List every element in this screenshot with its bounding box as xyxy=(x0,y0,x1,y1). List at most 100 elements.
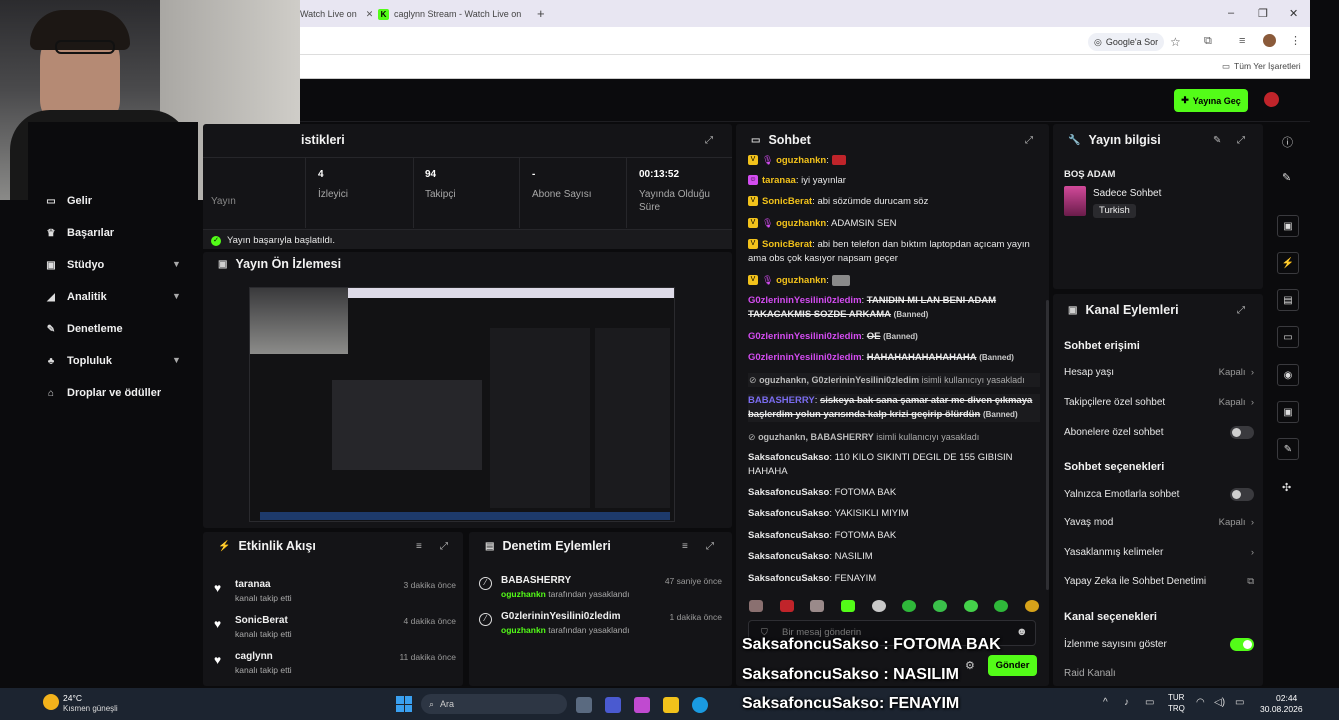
stream-tag[interactable]: Turkish xyxy=(1093,204,1136,218)
browser-tab-active[interactable]: K caglynn Stream - Watch Live on ✕ xyxy=(378,4,526,24)
user-avatar[interactable] xyxy=(1264,92,1279,107)
language-code[interactable]: TUR xyxy=(1168,693,1184,702)
setting-slow-mode[interactable]: Yavaş mod Kapalı › xyxy=(1064,517,1254,528)
send-button[interactable]: Gönder xyxy=(988,655,1037,676)
category-thumbnail[interactable] xyxy=(1064,186,1086,216)
expand-icon[interactable]: ⤢ xyxy=(705,135,713,146)
wifi-icon[interactable]: ◠ xyxy=(1196,697,1205,708)
sidebar-item-moderation[interactable]: ✎ Denetleme xyxy=(45,323,185,335)
mic-icon[interactable]: ♪ xyxy=(1124,697,1129,708)
plugin-icon[interactable]: ✣ xyxy=(1282,481,1291,494)
setting-banned-words[interactable]: Yasaklanmış kelimeler › xyxy=(1064,547,1254,558)
chat-username[interactable]: SonicBerat xyxy=(762,196,812,207)
event-user[interactable]: SonicBerat xyxy=(235,615,288,626)
sidebar-item-income[interactable]: ▭ Gelir xyxy=(45,195,185,207)
moderator-name[interactable]: oguzhankn xyxy=(501,625,546,635)
chat-icon[interactable]: ▭ xyxy=(1277,326,1299,348)
chat-username[interactable]: SaksafoncuSakso xyxy=(748,573,829,584)
media-icon[interactable]: ≡ xyxy=(1239,35,1245,47)
bolt-icon[interactable]: ⚡ xyxy=(1277,252,1299,274)
wrench-icon[interactable]: ✎ xyxy=(1277,438,1299,460)
setting-account-age[interactable]: Hesap yaşı Kapalı › xyxy=(1064,367,1254,378)
chat-scrollbar[interactable] xyxy=(1046,300,1049,590)
sidebar-item-community[interactable]: ♣ Topluluk ▼ xyxy=(45,355,185,367)
speaker-icon[interactable]: ◁) xyxy=(1214,697,1225,708)
event-user[interactable]: caglynn xyxy=(235,651,273,662)
filter-icon[interactable]: ≡ xyxy=(682,541,688,552)
chat-username[interactable]: G0zlerininYesilini0zledim xyxy=(748,295,862,306)
new-tab-button[interactable]: + xyxy=(537,6,545,21)
chat-username[interactable]: oguzhankn xyxy=(776,275,826,286)
google-lens-button[interactable]: ◎ Google'a Sor xyxy=(1088,33,1165,51)
chat-username[interactable]: BABASHERRY xyxy=(748,395,815,406)
setting-followers-only[interactable]: Takipçilere özel sohbet Kapalı › xyxy=(1064,397,1254,408)
expand-icon[interactable]: ⤢ xyxy=(1237,305,1245,316)
extensions-icon[interactable]: ⧉ xyxy=(1204,35,1212,48)
emote-icon[interactable] xyxy=(994,600,1009,612)
gear-icon[interactable]: ⚙ xyxy=(965,659,975,672)
subscribers-only-toggle[interactable] xyxy=(1230,426,1254,439)
copilot-icon[interactable] xyxy=(634,697,650,713)
emote-icon[interactable] xyxy=(1024,600,1039,612)
minimize-button[interactable]: – xyxy=(1228,7,1234,19)
app-icon[interactable] xyxy=(605,697,621,713)
sidebar-item-achievements[interactable]: ♛ Başarılar xyxy=(45,227,185,239)
stream-preview-video[interactable] xyxy=(249,287,675,522)
restore-button[interactable]: ❐ xyxy=(1258,7,1268,20)
profile-avatar[interactable] xyxy=(1263,34,1276,47)
all-bookmarks[interactable]: ▭ Tüm Yer İşaretleri xyxy=(1222,61,1301,72)
clock-time[interactable]: 02:44 xyxy=(1276,693,1297,703)
file-explorer-icon[interactable] xyxy=(663,697,679,713)
emote-icon[interactable] xyxy=(963,600,978,612)
sidebar-item-analytics[interactable]: ◢ Analitik ▼ xyxy=(45,291,185,303)
moderation-user[interactable]: G0zlerininYesilini0zledim xyxy=(501,611,621,622)
expand-icon[interactable]: ⤢ xyxy=(706,541,714,552)
chevron-up-icon[interactable]: ^ xyxy=(1103,697,1108,708)
chat-username[interactable]: oguzhankn xyxy=(776,155,826,166)
edit-icon[interactable]: ✎ xyxy=(1282,171,1291,184)
emoji-icon[interactable]: ☻ xyxy=(1016,626,1028,638)
go-live-button[interactable]: ✚ Yayına Geç xyxy=(1174,89,1248,112)
taskbar-search[interactable]: ⌕ Ara xyxy=(421,694,567,714)
close-window-button[interactable]: ✕ xyxy=(1289,7,1298,20)
keyboard-layout[interactable]: TRQ xyxy=(1168,704,1185,713)
setting-raid-channel[interactable]: Raid Kanalı xyxy=(1064,668,1254,679)
filter-icon[interactable]: ≡ xyxy=(416,541,422,552)
emote-icon[interactable] xyxy=(749,600,763,612)
emote-icon[interactable] xyxy=(810,600,825,612)
moderator-name[interactable]: oguzhankn xyxy=(501,589,546,599)
info-icon[interactable]: ⓘ xyxy=(1282,134,1293,150)
target-icon[interactable]: ◉ xyxy=(1277,364,1299,386)
close-icon[interactable]: ✕ xyxy=(366,9,372,20)
chat-username[interactable]: SonicBerat xyxy=(762,239,812,250)
browser-tab[interactable]: Watch Live on ✕ xyxy=(300,4,372,24)
chat-username[interactable]: taranaa xyxy=(762,175,796,186)
stream-category[interactable]: Sadece Sohbet xyxy=(1093,188,1161,199)
sidebar-item-studio[interactable]: ▣ Stüdyo ▼ xyxy=(45,259,185,271)
emote-icon[interactable] xyxy=(902,600,917,612)
sidebar-item-drops[interactable]: ⌂ Droplar ve ödüller xyxy=(45,387,185,399)
star-icon[interactable]: ☆ xyxy=(1170,35,1181,49)
emote-icon[interactable] xyxy=(840,600,855,612)
weather-icon[interactable] xyxy=(43,694,59,710)
menu-icon[interactable]: ⋮ xyxy=(1290,34,1301,47)
expand-icon[interactable]: ⤢ xyxy=(1237,135,1245,146)
chat-username[interactable]: SaksafoncuSakso xyxy=(748,551,829,562)
expand-icon[interactable]: ⤢ xyxy=(1025,135,1033,146)
edit-icon[interactable]: ✎ xyxy=(1213,135,1221,146)
moderation-user[interactable]: BABASHERRY xyxy=(501,575,571,586)
weather-desc[interactable]: Kısmen güneşli xyxy=(63,704,118,713)
setting-ai-moderation[interactable]: Yapay Zeka ile Sohbet Denetimi ⧉ xyxy=(1064,576,1254,587)
chat-username[interactable]: G0zlerininYesilini0zledim xyxy=(748,352,862,363)
flag-icon[interactable]: ▣ xyxy=(1277,401,1299,423)
show-viewers-toggle[interactable] xyxy=(1230,638,1254,651)
chat-username[interactable]: SaksafoncuSakso xyxy=(748,452,829,463)
expand-icon[interactable]: ⤢ xyxy=(440,541,448,552)
chat-username[interactable]: G0zlerininYesilini0zledim xyxy=(748,331,862,342)
event-user[interactable]: taranaa xyxy=(235,579,271,590)
start-button[interactable] xyxy=(396,696,412,712)
task-view-icon[interactable] xyxy=(576,697,592,713)
video-icon[interactable]: ▣ xyxy=(1277,215,1299,237)
emote-icon[interactable] xyxy=(871,600,886,612)
chat-username[interactable]: SaksafoncuSakso xyxy=(748,487,829,498)
